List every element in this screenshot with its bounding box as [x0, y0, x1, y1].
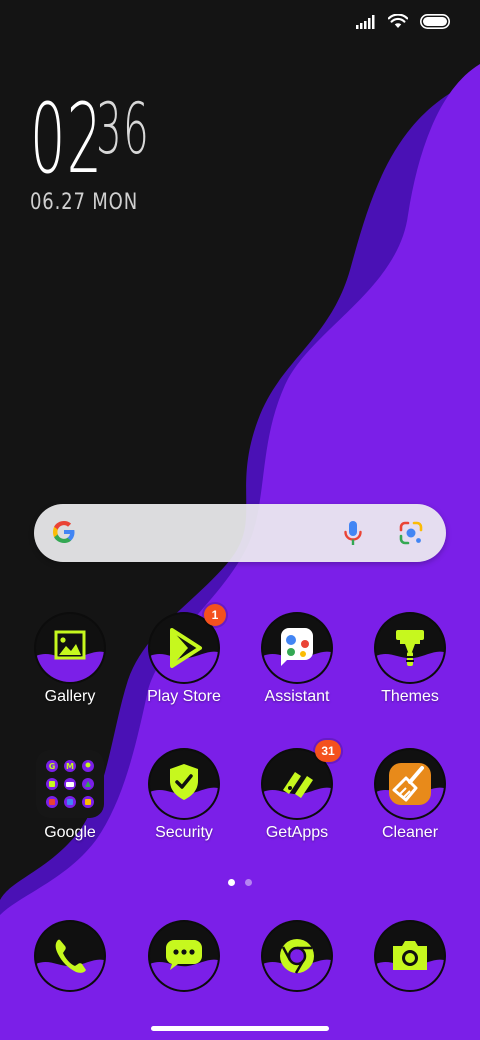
page-dot: [245, 879, 252, 886]
image-icon: [54, 630, 86, 660]
phone-app-icon[interactable]: [36, 922, 104, 990]
messages-app-icon[interactable]: [150, 922, 218, 990]
dock-chrome[interactable]: [241, 922, 353, 1032]
dock-phone[interactable]: [14, 922, 126, 1032]
chrome-app-icon[interactable]: [263, 922, 331, 990]
camera-app-icon[interactable]: [376, 922, 444, 990]
app-folder-google[interactable]: G M Google: [14, 750, 126, 860]
google-logo-icon: [50, 518, 78, 551]
app-label: Themes: [381, 688, 439, 705]
app-getapps[interactable]: 31 GetApps: [241, 740, 353, 860]
clock-date: 06.27 MON: [30, 190, 139, 215]
app-label: Assistant: [264, 688, 330, 705]
dock-camera[interactable]: [354, 922, 466, 1032]
page-dot-active: [228, 879, 235, 886]
app-label: Cleaner: [381, 824, 439, 841]
notification-badge: 31: [315, 740, 341, 762]
svg-text:M: M: [66, 762, 74, 771]
play-store-app-icon[interactable]: [150, 614, 218, 682]
microphone-icon[interactable]: [342, 519, 364, 552]
app-cleaner[interactable]: Cleaner: [354, 750, 466, 860]
camera-icon: [393, 941, 427, 970]
clock-hour: 02: [30, 83, 104, 195]
app-security[interactable]: Security: [128, 750, 240, 860]
page-indicator: [228, 879, 252, 886]
app-label: Google: [44, 824, 96, 841]
app-gallery[interactable]: Gallery: [14, 614, 126, 724]
app-label: Security: [155, 824, 213, 841]
gallery-app-icon[interactable]: [36, 614, 104, 682]
battery-icon: [420, 14, 450, 29]
wifi-icon: [388, 14, 408, 29]
clock-minute: 36: [96, 88, 150, 170]
svg-text:G: G: [49, 762, 56, 771]
broom-icon: [389, 763, 431, 805]
dock-messages[interactable]: [128, 922, 240, 1032]
google-search-bar[interactable]: [34, 504, 446, 562]
security-app-icon[interactable]: [150, 750, 218, 818]
signal-icon: [356, 14, 376, 29]
app-play-store[interactable]: 1 Play Store: [128, 604, 240, 724]
cleaner-app-icon[interactable]: [376, 750, 444, 818]
app-label: Gallery: [44, 688, 96, 705]
notification-badge: 1: [204, 604, 226, 626]
assistant-app-icon[interactable]: [263, 614, 331, 682]
lens-icon[interactable]: [398, 520, 424, 551]
home-indicator[interactable]: [151, 1026, 329, 1031]
app-label: GetApps: [265, 824, 329, 841]
folder-icon[interactable]: G M: [36, 750, 104, 818]
app-themes[interactable]: Themes: [354, 614, 466, 724]
status-bar: [356, 14, 450, 29]
chrome-icon: [280, 939, 314, 974]
themes-app-icon[interactable]: [376, 614, 444, 682]
app-label: Play Store: [147, 688, 221, 705]
app-assistant[interactable]: Assistant: [241, 614, 353, 724]
